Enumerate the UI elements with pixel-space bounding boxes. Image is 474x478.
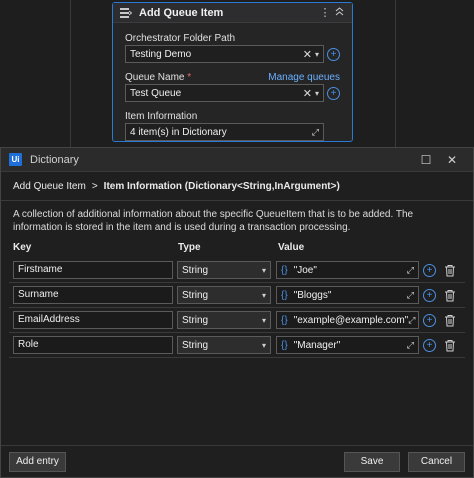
value-text: "Bloggs" — [293, 289, 332, 301]
expand-editor-icon[interactable]: ⤢ — [407, 290, 414, 301]
dialog-description: A collection of additional information a… — [13, 209, 414, 233]
add-variable-button[interactable]: + — [423, 288, 436, 302]
key-input[interactable]: Role — [13, 336, 173, 354]
queue-name-field[interactable]: Test Queue ✕ ▾ — [125, 84, 324, 102]
manage-queues-link[interactable]: Manage queues — [268, 72, 340, 83]
table-row: Firstname String ▾ {} "Joe" ⤢ + — [9, 258, 465, 283]
expression-icon: {} — [281, 264, 288, 276]
uipath-logo-icon: Ui — [9, 153, 22, 166]
queue-name-text: Queue Name — [125, 71, 185, 83]
expression-icon: {} — [281, 314, 288, 326]
close-icon[interactable]: ✕ — [439, 153, 465, 167]
trash-icon[interactable] — [444, 264, 456, 277]
type-dropdown[interactable]: String ▾ — [177, 311, 271, 329]
add-variable-button[interactable]: + — [327, 86, 340, 100]
activity-header: Add Queue Item ⋮ — [113, 3, 352, 23]
expand-editor-icon[interactable]: ⤢ — [408, 315, 415, 326]
type-value: String — [182, 264, 209, 276]
dialog-title: Dictionary — [30, 153, 79, 166]
expand-editor-icon[interactable]: ⤢ — [312, 127, 319, 138]
chevron-down-icon: ▾ — [261, 265, 266, 275]
expression-icon: {} — [281, 339, 288, 351]
key-input[interactable]: EmailAddress — [13, 311, 173, 329]
value-input[interactable]: {} "Bloggs" ⤢ — [276, 286, 419, 304]
type-dropdown[interactable]: String ▾ — [177, 261, 271, 279]
type-value: String — [182, 339, 209, 351]
dialog-footer: Add entry Save Cancel — [1, 445, 473, 477]
type-dropdown[interactable]: String ▾ — [177, 286, 271, 304]
breadcrumb-parent[interactable]: Add Queue Item — [13, 181, 86, 192]
add-variable-button[interactable]: + — [423, 313, 436, 327]
dictionary-dialog: Ui Dictionary ☐ ✕ Add Queue Item > Item … — [0, 147, 474, 478]
breadcrumb-current: Item Information (Dictionary<String,InAr… — [103, 181, 340, 192]
activity-title: Add Queue Item — [139, 6, 224, 19]
add-entry-button[interactable]: Add entry — [9, 451, 66, 472]
clear-icon[interactable]: ✕ — [303, 87, 312, 100]
table-row: EmailAddress String ▾ {} "example@exampl… — [9, 308, 465, 333]
value-text: "Joe" — [293, 264, 317, 276]
table-row: Surname String ▾ {} "Bloggs" ⤢ + — [9, 283, 465, 308]
canvas-guide-line — [395, 0, 396, 150]
entries-list: Firstname String ▾ {} "Joe" ⤢ + Surname … — [9, 258, 465, 358]
value-text: "example@example.com" — [293, 314, 409, 326]
more-options-icon[interactable]: ⋮ — [318, 6, 332, 19]
chevron-down-icon: ▾ — [261, 340, 266, 350]
folder-path-value: Testing Demo — [130, 48, 192, 60]
trash-icon[interactable] — [444, 314, 456, 327]
type-value: String — [182, 289, 209, 301]
chevron-down-icon: ▾ — [261, 290, 266, 300]
save-button[interactable]: Save — [344, 451, 400, 472]
breadcrumb: Add Queue Item > Item Information (Dicti… — [13, 181, 473, 192]
folder-path-field[interactable]: Testing Demo ✕ ▾ — [125, 45, 324, 63]
value-input[interactable]: {} "Joe" ⤢ — [276, 261, 419, 279]
type-value: String — [182, 314, 209, 326]
trash-icon[interactable] — [444, 339, 456, 352]
type-column-header: Type — [178, 242, 201, 253]
key-input[interactable]: Surname — [13, 286, 173, 304]
key-input[interactable]: Firstname — [13, 261, 173, 279]
dialog-titlebar: Ui Dictionary ☐ ✕ — [1, 148, 473, 172]
add-variable-button[interactable]: + — [327, 47, 340, 61]
folder-path-label-text: Orchestrator Folder Path — [125, 32, 236, 44]
key-column-header: Key — [13, 242, 32, 253]
chevron-down-icon[interactable]: ▾ — [315, 89, 319, 98]
queue-name-value: Test Queue — [130, 87, 182, 99]
expand-editor-icon[interactable]: ⤢ — [407, 340, 414, 351]
item-info-field[interactable]: 4 item(s) in Dictionary ⤢ — [125, 123, 324, 141]
chevron-down-icon: ▾ — [261, 315, 266, 325]
table-row: Role String ▾ {} "Manager" ⤢ + — [9, 333, 465, 358]
collapse-icon[interactable] — [332, 6, 346, 19]
column-headers: Key Type Value — [13, 242, 473, 253]
value-input[interactable]: {} "Manager" ⤢ — [276, 336, 419, 354]
item-info-label-text: Item Information — [125, 110, 198, 122]
trash-icon[interactable] — [444, 289, 456, 302]
add-variable-button[interactable]: + — [423, 263, 436, 277]
type-dropdown[interactable]: String ▾ — [177, 336, 271, 354]
add-queue-item-activity[interactable]: Add Queue Item ⋮ Orchestrator Folder Pat… — [112, 2, 353, 142]
required-mark: * — [187, 71, 192, 83]
canvas-guide-line — [70, 0, 71, 150]
chevron-down-icon[interactable]: ▾ — [315, 50, 319, 59]
expand-editor-icon[interactable]: ⤢ — [407, 265, 414, 276]
queue-name-label-text: Queue Name * — [125, 72, 191, 83]
queue-activity-icon — [119, 7, 133, 19]
expression-icon: {} — [281, 289, 288, 301]
item-info-value: 4 item(s) in Dictionary — [130, 126, 227, 138]
cancel-button[interactable]: Cancel — [408, 451, 465, 472]
folder-path-label: Orchestrator Folder Path — [125, 31, 340, 45]
clear-icon[interactable]: ✕ — [303, 48, 312, 61]
value-column-header: Value — [278, 242, 305, 253]
value-text: "Manager" — [293, 339, 341, 351]
maximize-icon[interactable]: ☐ — [413, 153, 439, 167]
divider — [1, 200, 473, 201]
value-input[interactable]: {} "example@example.com" ⤢ — [276, 311, 419, 329]
queue-name-label: Queue Name * Manage queues — [125, 70, 340, 84]
add-variable-button[interactable]: + — [423, 338, 436, 352]
item-info-label: Item Information — [125, 109, 340, 123]
breadcrumb-separator: > — [91, 181, 98, 192]
